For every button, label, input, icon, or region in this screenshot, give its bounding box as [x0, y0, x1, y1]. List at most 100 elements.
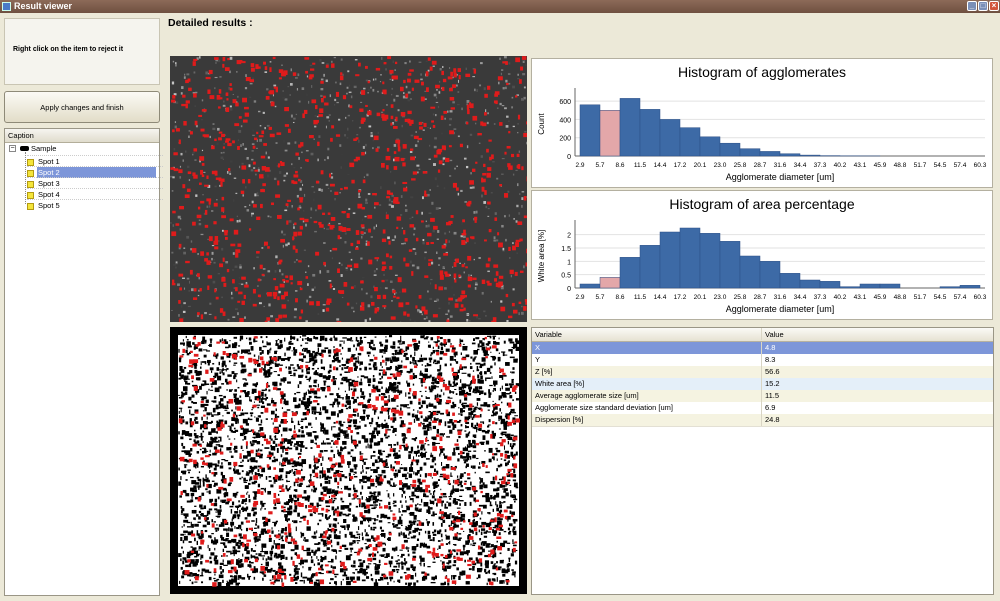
y-tick-label: 200: [559, 136, 571, 143]
y-axis-label: White area [%]: [537, 230, 546, 282]
app-icon: [2, 2, 11, 11]
x-tick-label: 48.8: [894, 162, 907, 169]
bar: [739, 255, 761, 289]
maximize-button[interactable]: □: [978, 1, 988, 11]
x-tick-label: 2.9: [575, 162, 584, 169]
x-tick-label: 17.2: [674, 162, 687, 169]
apply-changes-button[interactable]: Apply changes and finish: [4, 91, 160, 123]
x-tick-label: 51.7: [914, 294, 927, 301]
x-tick-label: 40.2: [834, 294, 847, 301]
x-tick-label: 45.9: [874, 294, 887, 301]
x-tick-label: 60.3: [974, 162, 987, 169]
tree-item-label: Spot 5: [38, 201, 60, 210]
table-row[interactable]: Dispersion [%] 24.8: [532, 414, 993, 427]
x-tick-label: 37.3: [814, 162, 827, 169]
spot-icon: [27, 180, 34, 188]
variable-cell: Average agglomerate size [um]: [535, 391, 639, 400]
spot-icon: [27, 191, 34, 199]
minimize-button[interactable]: _: [967, 1, 977, 11]
x-tick-label: 43.1: [854, 294, 867, 301]
x-tick-label: 25.8: [734, 294, 747, 301]
value-cell: 56.6: [765, 367, 780, 376]
column-divider: [761, 390, 762, 402]
x-tick-label: 31.6: [774, 294, 787, 301]
bar: [699, 136, 721, 157]
value-cell: 24.8: [765, 415, 780, 424]
x-tick-label: 8.6: [615, 162, 624, 169]
bar: [879, 283, 901, 289]
variable-cell: White area [%]: [535, 379, 585, 388]
column-divider: [761, 328, 762, 340]
column-divider: [761, 342, 762, 354]
x-axis-label: Agglomerate diameter [um]: [726, 304, 835, 314]
y-axis-label: Count: [537, 113, 546, 135]
collapse-toggle[interactable]: −: [9, 145, 16, 152]
info-text: Right click on the item to reject it: [13, 46, 124, 53]
y-tick-label: 0: [567, 154, 571, 161]
x-tick-label: 37.3: [814, 294, 827, 301]
results-table: Variable Value X 4.8 Y 8.3 Z [%] 56.6 White area…: [531, 327, 994, 595]
y-tick-label: 2: [567, 233, 571, 240]
bar: [679, 127, 701, 157]
x-axis-label: Agglomerate diameter [um]: [726, 172, 835, 182]
x-tick-label: 17.2: [674, 294, 687, 301]
column-divider: [761, 354, 762, 366]
bar: [799, 154, 821, 157]
value-cell: 4.8: [765, 343, 776, 352]
tree-item-sample[interactable]: Sample: [31, 143, 56, 154]
bar: [639, 109, 661, 157]
chart-title: Histogram of area percentage: [669, 196, 854, 212]
spot-icon: [27, 158, 34, 166]
variable-cell: Agglomerate size standard deviation [um]: [535, 403, 673, 412]
x-tick-label: 31.6: [774, 162, 787, 169]
bar: [579, 104, 601, 157]
bar: [679, 227, 701, 289]
value-cell: 6.9: [765, 403, 776, 412]
x-tick-label: 5.7: [595, 162, 604, 169]
x-tick-label: 54.5: [934, 162, 947, 169]
x-tick-label: 43.1: [854, 162, 867, 169]
info-box: Right click on the item to reject it: [4, 18, 160, 85]
table-header: Variable Value: [532, 328, 993, 342]
spot-icon: [27, 169, 34, 177]
bar: [599, 277, 621, 289]
x-tick-label: 23.0: [714, 162, 727, 169]
x-tick-label: 23.0: [714, 294, 727, 301]
page-title: Detailed results :: [168, 17, 253, 29]
x-tick-label: 8.6: [615, 294, 624, 301]
bar: [859, 283, 881, 289]
x-tick-label: 20.1: [694, 162, 707, 169]
x-tick-label: 20.1: [694, 294, 707, 301]
bar: [799, 279, 821, 289]
variable-cell: Y: [535, 355, 541, 364]
x-tick-label: 57.4: [954, 162, 967, 169]
chart-title: Histogram of agglomerates: [678, 64, 846, 80]
bar: [619, 257, 641, 289]
value-cell: 15.2: [765, 379, 780, 388]
bar: [839, 286, 861, 289]
spot-icon: [27, 202, 34, 210]
tree-item-spot[interactable]: Spot 5: [27, 199, 163, 211]
bar: [739, 148, 761, 157]
bar: [659, 119, 681, 157]
variable-cell: Variable: [535, 330, 562, 339]
variable-cell: X: [535, 343, 541, 352]
y-tick-label: 600: [559, 99, 571, 106]
x-tick-label: 14.4: [654, 162, 667, 169]
y-tick-label: 400: [559, 117, 571, 124]
column-divider: [761, 378, 762, 390]
x-tick-label: 28.7: [754, 162, 767, 169]
title-bar: Result viewer _ □ ×: [0, 0, 1000, 13]
bar: [779, 273, 801, 289]
y-tick-label: 1: [567, 259, 571, 266]
variable-cell: Dispersion [%]: [535, 415, 584, 424]
value-cell: 11.5: [765, 391, 780, 400]
sample-icon: [20, 146, 29, 151]
histogram-area-percentage: Histogram of area percentage 0 0.5 1 1.5 2 2.9…: [531, 190, 993, 320]
y-tick-label: 1.5: [561, 246, 571, 253]
x-tick-label: 34.4: [794, 294, 807, 301]
bar: [759, 151, 781, 157]
bar: [639, 245, 661, 289]
close-button[interactable]: ×: [989, 1, 999, 11]
histogram-agglomerates: Histogram of agglomerates 0 200 400 600 2.9 5.…: [531, 58, 993, 188]
